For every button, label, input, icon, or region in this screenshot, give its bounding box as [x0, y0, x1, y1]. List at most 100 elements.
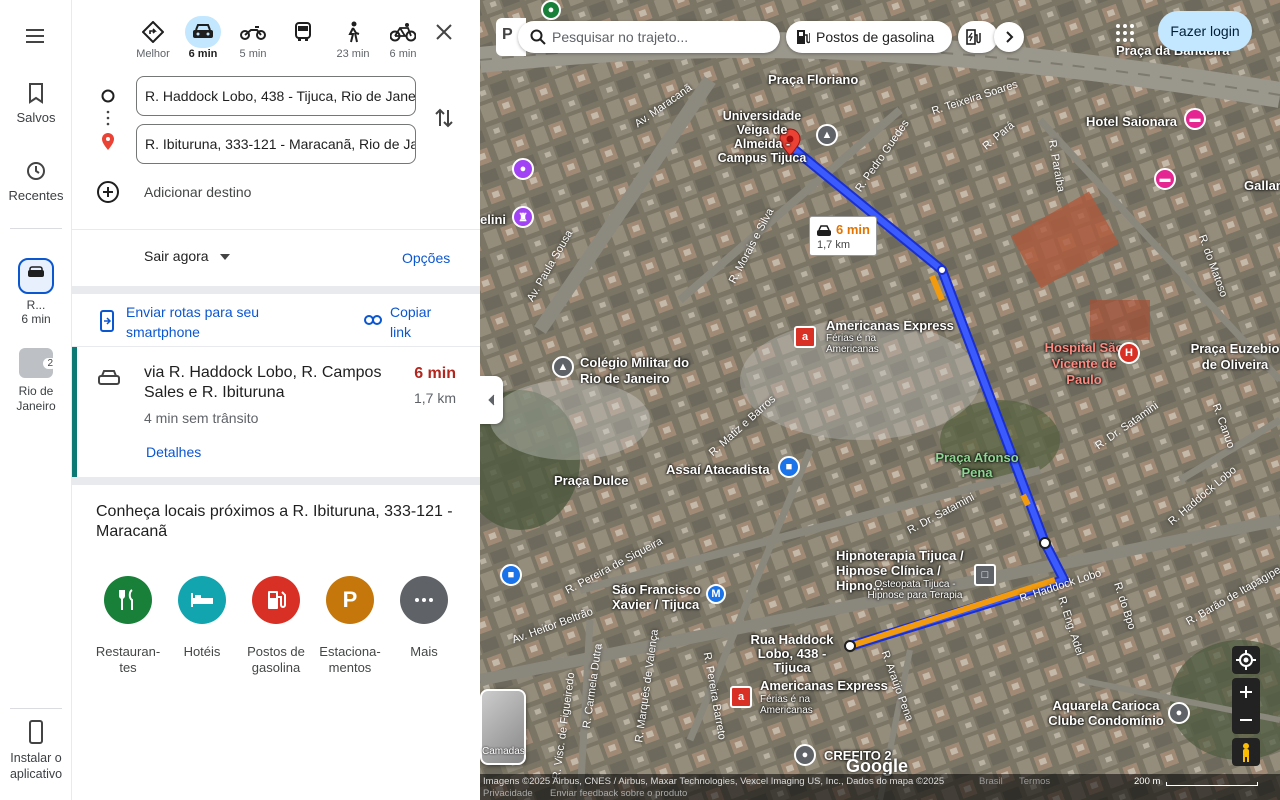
- rio-button[interactable]: 2 Rio de Janeiro: [0, 348, 72, 414]
- map-canvas[interactable]: 6 min 1,7 km Praça da Bandeira Praça Flo…: [480, 0, 1280, 800]
- menu-button[interactable]: [24, 26, 48, 46]
- school-pin-icon-2[interactable]: ▲: [552, 356, 574, 378]
- bubble-time: 6 min: [836, 222, 870, 237]
- mode-bike[interactable]: 6 min: [381, 16, 425, 60]
- apps-button[interactable]: [1114, 22, 1136, 44]
- install-app-button[interactable]: Instalar o aplicativo: [0, 720, 72, 782]
- layers-button[interactable]: Camadas: [480, 689, 526, 765]
- directions-panel: Melhor 6 min 5 min 23 min 6 min R. Haddo…: [72, 0, 480, 800]
- category-restaurants[interactable]: Restauran-tes: [91, 576, 165, 676]
- store-pin-icon[interactable]: a: [794, 326, 816, 348]
- zoom-out-button[interactable]: [1232, 706, 1260, 734]
- label-elini: elini: [480, 212, 507, 227]
- install-label: Instalar o aplicativo: [9, 751, 63, 781]
- route-search-input[interactable]: Pesquisar no trajeto...: [518, 21, 780, 53]
- add-destination-label: Adicionar destino: [144, 184, 252, 200]
- close-directions-button[interactable]: [432, 20, 456, 44]
- my-location-button[interactable]: [1232, 646, 1260, 674]
- school-pin-icon[interactable]: ▲: [816, 124, 838, 146]
- saved-button[interactable]: Salvos: [0, 82, 72, 125]
- dropdown-arrow-icon: [220, 254, 231, 261]
- route-time-bubble[interactable]: 6 min 1,7 km: [809, 216, 877, 256]
- depart-dropdown[interactable]: Sair agora: [144, 248, 231, 264]
- phone-send-icon: [100, 310, 114, 332]
- route-search-placeholder: Pesquisar no trajeto...: [552, 29, 689, 45]
- motorcycle-icon: [240, 26, 266, 40]
- label-praca-afonso: Praça Afonso Pena: [935, 450, 1019, 480]
- copy-link-button[interactable]: Copiar link: [362, 302, 462, 342]
- add-destination-button[interactable]: Adicionar destino: [96, 180, 356, 204]
- store-pin-icon-2[interactable]: a: [730, 686, 752, 708]
- label-aquarela: Aquarela Carioca Clube Condomínio: [1048, 698, 1164, 728]
- mode-transit[interactable]: [281, 16, 325, 48]
- label-americanas-2: Americanas Express: [760, 678, 888, 693]
- label-hipno-sub: Osteopata Tijuca - Hipnose para Terapia: [867, 579, 963, 601]
- pegman-icon: [1243, 743, 1249, 762]
- monument-pin-icon[interactable]: ♜: [512, 206, 534, 228]
- clinic-pin-icon[interactable]: □: [974, 564, 996, 586]
- street-view-button[interactable]: [1232, 738, 1260, 766]
- park-pin-icon[interactable]: ●: [541, 0, 561, 20]
- bookmark-icon: [29, 83, 43, 104]
- hospital-pin-icon[interactable]: H: [1118, 342, 1140, 364]
- privacy-link[interactable]: Privacidade: [483, 788, 533, 799]
- details-button[interactable]: Detalhes: [146, 444, 201, 460]
- region-link[interactable]: Brasil: [979, 776, 1003, 787]
- sign-in-button[interactable]: Fazer login: [1158, 11, 1252, 51]
- mode-car[interactable]: 6 min: [181, 16, 225, 60]
- collapse-panel-button[interactable]: [480, 376, 503, 424]
- rail-divider-bottom: [10, 708, 62, 709]
- depart-label: Sair agora: [144, 248, 209, 264]
- label-americanas-1-sub: Férias é na Americanas: [826, 333, 879, 355]
- link-icon: [364, 315, 382, 325]
- close-icon: [436, 24, 452, 40]
- place-pin-icon[interactable]: ●: [1168, 702, 1190, 724]
- options-button[interactable]: Opções: [402, 250, 450, 266]
- send-to-phone-button[interactable]: Enviar rotas para seu smartphone: [100, 302, 320, 342]
- route-dots-icon: [101, 89, 115, 150]
- zoom-in-button[interactable]: [1232, 678, 1260, 706]
- origin-input[interactable]: R. Haddock Lobo, 438 - Tijuca, Rio de Ja…: [136, 76, 416, 116]
- chip-gas-stations[interactable]: Postos de gasolina: [786, 21, 952, 53]
- mode-label: Melhor: [136, 48, 170, 60]
- rail-divider: [10, 228, 62, 229]
- recent-button[interactable]: Recentes: [0, 160, 72, 203]
- swap-button[interactable]: [432, 106, 456, 130]
- trip-button[interactable]: R... 6 min: [0, 258, 72, 326]
- category-parking[interactable]: P Estaciona-mentos: [313, 576, 387, 676]
- attraction-pin-icon[interactable]: ●: [512, 158, 534, 180]
- chip-ev-charging[interactable]: [958, 21, 998, 53]
- destination-input[interactable]: R. Ibituruna, 333-121 - Maracanã, Rio de…: [136, 124, 416, 164]
- recent-label: Recentes: [8, 188, 64, 203]
- plus-icon: [1240, 686, 1252, 698]
- mode-best[interactable]: Melhor: [131, 16, 175, 60]
- trip-thumb: [18, 258, 54, 294]
- label-praca-dulce: Praça Dulce: [554, 473, 629, 488]
- route-option-card[interactable]: via R. Haddock Lobo, R. Campos Sales e R…: [72, 346, 480, 477]
- trip-time: 6 min: [21, 312, 51, 326]
- hotel-pin-icon-2[interactable]: ▬: [1154, 168, 1176, 190]
- send-to-phone-label: Enviar rotas para seu smartphone: [126, 304, 260, 340]
- shopping-pin-icon[interactable]: ■: [778, 456, 800, 478]
- place-pin-icon-2[interactable]: ●: [794, 744, 816, 766]
- divider: [72, 229, 480, 230]
- label-universidade: Universidade Veiga de Almeida - Campus T…: [717, 109, 807, 165]
- feedback-link[interactable]: Enviar feedback sobre o produto: [550, 788, 687, 799]
- metro-pin-icon[interactable]: M: [706, 584, 726, 604]
- terms-link[interactable]: Termos: [1019, 776, 1050, 787]
- mode-motorcycle[interactable]: 5 min: [231, 16, 275, 60]
- mode-walk[interactable]: 23 min: [331, 16, 375, 60]
- car-icon: [817, 225, 831, 236]
- category-more[interactable]: Mais: [387, 576, 461, 660]
- category-gas-stations[interactable]: Postos de gasolina: [239, 576, 313, 676]
- route-via: via R. Haddock Lobo, R. Campos Sales e R…: [144, 364, 382, 401]
- label-hospital: Hospital São Vicente de Paulo: [1044, 340, 1124, 387]
- diamond-route-icon: [142, 21, 164, 43]
- hotel-pin-icon[interactable]: ▬: [1184, 108, 1206, 130]
- shopping-pin-icon-2[interactable]: ■: [500, 564, 522, 586]
- category-hotels[interactable]: Hotéis: [165, 576, 239, 660]
- chips-next-button[interactable]: [994, 22, 1024, 52]
- label-assai: Assaí Atacadista: [666, 462, 770, 477]
- car-icon: [193, 24, 213, 38]
- mode-label: 23 min: [336, 48, 370, 60]
